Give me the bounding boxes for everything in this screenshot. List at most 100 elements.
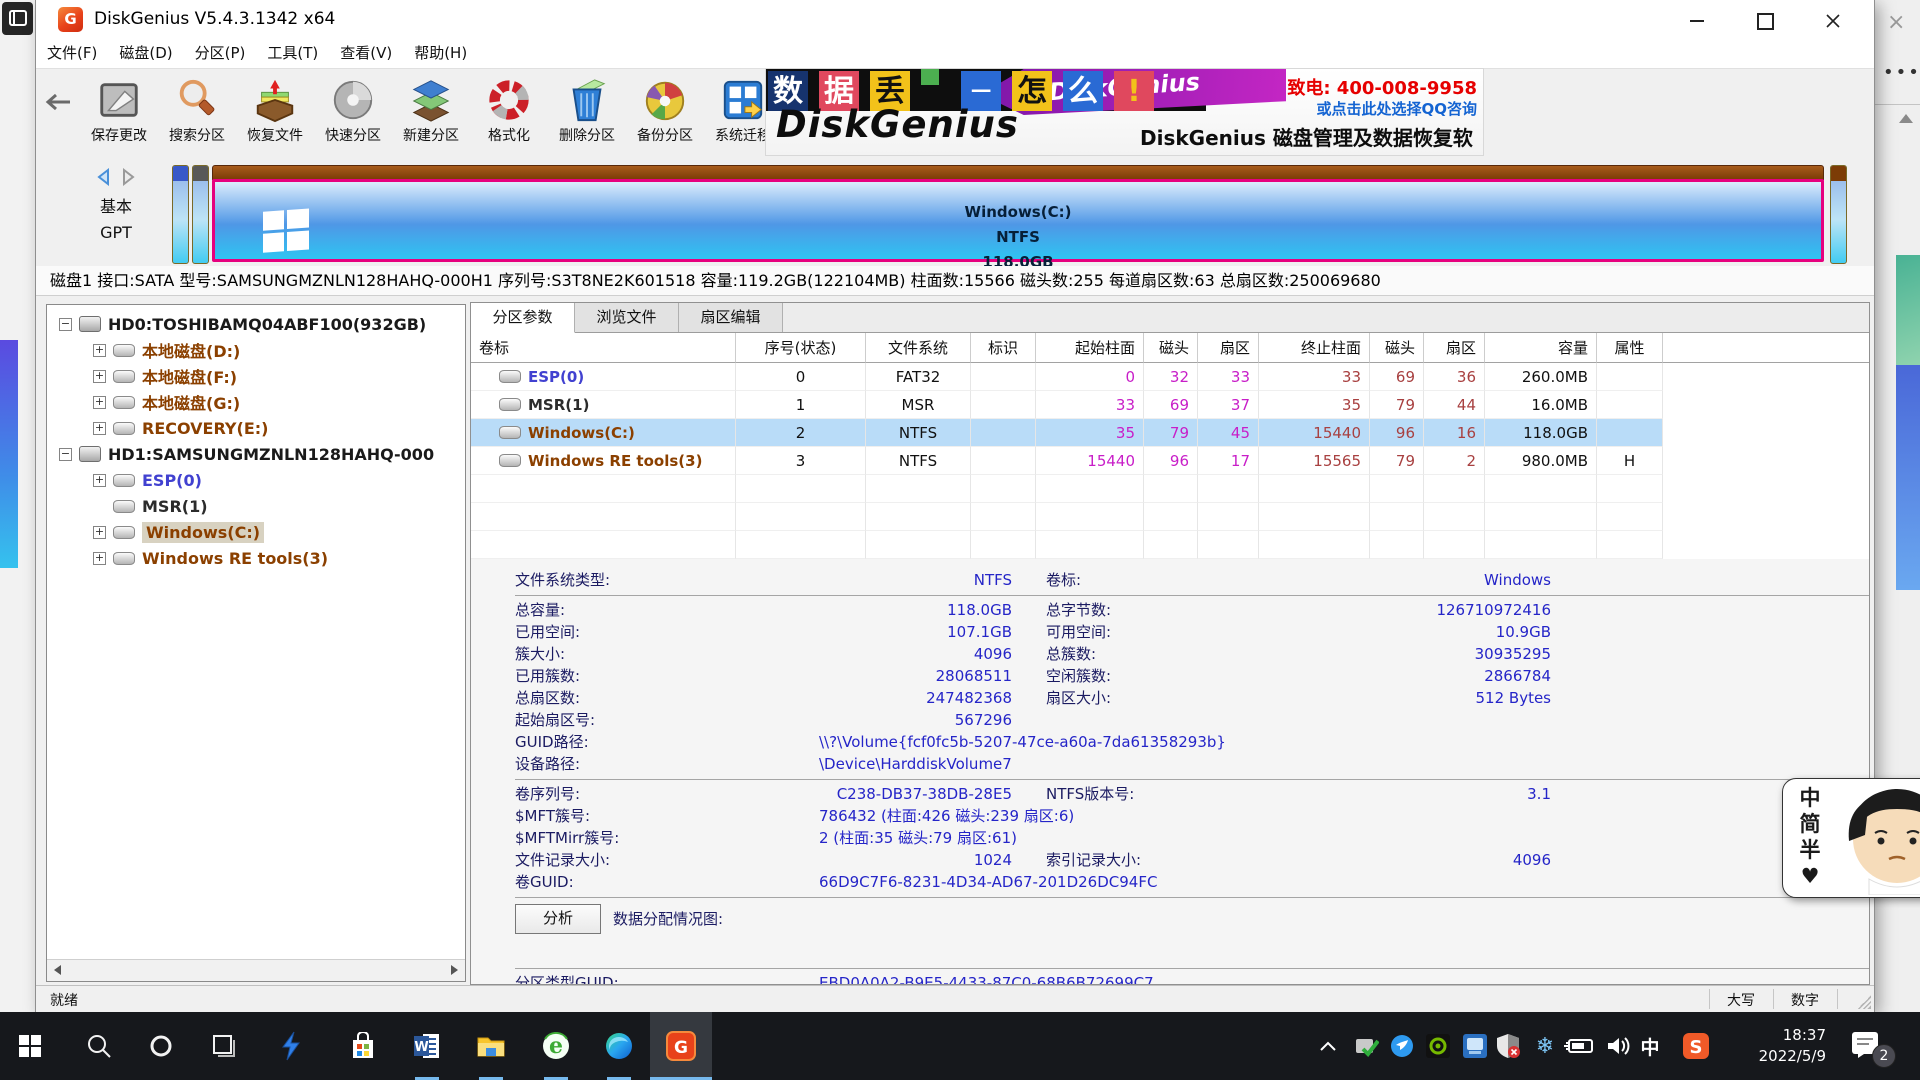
menu-item-4[interactable]: 查看(V) (329, 38, 403, 68)
column-header[interactable]: 扇区 (1424, 333, 1485, 363)
menu-item-1[interactable]: 磁盘(D) (108, 38, 183, 68)
partition-bar-windows-c[interactable]: Windows(C:) NTFS 118.0GB (212, 165, 1824, 262)
tree-item-hd0-toshibamq04abf100-932gb-[interactable]: −HD0:TOSHIBAMQ04ABF100(932GB) (47, 311, 465, 337)
column-header[interactable]: 属性 (1597, 333, 1663, 363)
scroll-left-icon[interactable] (47, 960, 68, 980)
detail-value: 118.0GB (777, 599, 1012, 621)
search-taskbar-icon[interactable] (72, 1012, 126, 1080)
tray-update-check-icon[interactable] (1352, 1024, 1382, 1068)
tool-recover-button[interactable]: 恢复文件 (236, 73, 314, 157)
collapse-icon[interactable]: − (59, 448, 72, 461)
tab-1[interactable]: 浏览文件 (575, 303, 679, 332)
tool-format-button[interactable]: 格式化 (470, 73, 548, 157)
collapse-icon[interactable]: − (59, 318, 72, 331)
table-row[interactable]: ESP(0)0FAT3203233336936260.0MB (471, 363, 1869, 391)
tray-expand-icon[interactable] (1313, 1024, 1343, 1068)
table-row[interactable]: Windows RE tools(3)3NTFS1544096171556579… (471, 447, 1869, 475)
tool-quick-button[interactable]: 快速分区 (314, 73, 392, 157)
word-icon[interactable]: W (400, 1012, 454, 1080)
tree-item-recovery-e-[interactable]: +RECOVERY(E:) (47, 415, 465, 441)
table-row[interactable]: Windows(C:)2NTFS357945154409616118.0GB (471, 419, 1869, 447)
microsoft-store-icon[interactable] (336, 1012, 390, 1080)
minimize-button[interactable] (1674, 10, 1720, 32)
tab-0[interactable]: 分区参数 (471, 303, 575, 333)
tree-item-hd1-samsungmznln128hahq-000[interactable]: −HD1:SAMSUNGMZNLN128HAHQ-000 (47, 441, 465, 467)
column-header[interactable]: 标识 (971, 333, 1036, 363)
tray-nvidia-icon[interactable] (1423, 1024, 1453, 1068)
column-header[interactable]: 序号(状态) (736, 333, 866, 363)
tree-item-windows-c-[interactable]: +Windows(C:) (47, 519, 465, 545)
taskbar-clock[interactable]: 18:37 2022/5/9 (1722, 1025, 1826, 1067)
tray-dingtalk-icon[interactable] (1387, 1024, 1417, 1068)
tree-item-msr-1-[interactable]: MSR(1) (47, 493, 465, 519)
tab-2[interactable]: 扇区编辑 (679, 303, 783, 332)
menu-item-0[interactable]: 文件(F) (36, 38, 108, 68)
expand-icon[interactable]: + (93, 344, 106, 357)
scroll-right-icon[interactable] (444, 960, 465, 980)
maximize-button[interactable] (1742, 10, 1788, 32)
menu-item-5[interactable]: 帮助(H) (403, 38, 478, 68)
partition-sliver-msr[interactable] (192, 165, 209, 264)
tool-backup-button[interactable]: 备份分区 (626, 73, 704, 157)
column-header[interactable]: 文件系统 (866, 333, 971, 363)
tool-delete-button[interactable]: 删除分区 (548, 73, 626, 157)
partition-sliver-next[interactable] (1830, 165, 1847, 264)
menu-item-3[interactable]: 工具(T) (256, 38, 329, 68)
prev-disk-icon[interactable] (95, 168, 111, 186)
green-browser-icon[interactable]: e (529, 1012, 583, 1080)
tray-intel-graphics-icon[interactable] (1460, 1024, 1490, 1068)
tree-item-esp-0-[interactable]: +ESP(0) (47, 467, 465, 493)
ad-banner[interactable]: 数据丢─怎么! DiskGenius 致电: 400-008-9958 或点击此… (765, 68, 1484, 156)
tray-ime-mode[interactable]: 中 (1635, 1024, 1665, 1068)
detail-value: \\?\Volume{fcf0fc5b-5207-47ce-a60a-7da61… (777, 731, 1317, 753)
column-header[interactable]: 终止柱面 (1259, 333, 1370, 363)
diskgenius-taskbar-icon[interactable]: G (654, 1012, 708, 1080)
tree-item-windows-re-tools-3-[interactable]: +Windows RE tools(3) (47, 545, 465, 571)
column-header[interactable]: 磁头 (1144, 333, 1198, 363)
column-header[interactable]: 扇区 (1198, 333, 1259, 363)
column-header[interactable]: 卷标 (471, 333, 736, 363)
tray-volume-icon[interactable] (1604, 1024, 1634, 1068)
expand-icon[interactable]: + (93, 552, 106, 565)
column-header[interactable]: 磁头 (1370, 333, 1424, 363)
partition-sliver-esp[interactable] (172, 165, 189, 264)
file-explorer-icon[interactable] (464, 1012, 518, 1080)
ime-status-widget[interactable]: 中简半♥ (1782, 778, 1920, 898)
expand-icon[interactable]: + (93, 370, 106, 383)
tray-defender-icon[interactable] (1493, 1024, 1523, 1068)
tray-battery-icon[interactable] (1563, 1024, 1593, 1068)
expand-icon[interactable]: + (93, 396, 106, 409)
backup-icon (642, 77, 688, 123)
tool-save-button[interactable]: 保存更改 (80, 73, 158, 157)
tool-new-button[interactable]: 新建分区 (392, 73, 470, 157)
detail-value: C238-DB37-38DB-28E5 (777, 783, 1012, 805)
task-view-icon[interactable] (197, 1012, 251, 1080)
partition-icon (499, 426, 521, 439)
tree-item--d-[interactable]: + 本地磁盘(D:) (47, 337, 465, 363)
expand-icon[interactable]: + (93, 526, 106, 539)
expand-icon[interactable]: + (93, 474, 106, 487)
tree-item--f-[interactable]: +本地磁盘(F:) (47, 363, 465, 389)
column-header[interactable]: 容量 (1485, 333, 1597, 363)
menu-item-2[interactable]: 分区(P) (184, 38, 257, 68)
column-header[interactable]: 起始柱面 (1036, 333, 1144, 363)
flash-app-icon[interactable] (264, 1012, 318, 1080)
tray-sogou-icon[interactable]: S (1681, 1024, 1711, 1068)
close-button[interactable] (1810, 10, 1856, 32)
banner-qq-link[interactable]: 或点击此处选择QQ咨询 (1316, 98, 1477, 119)
back-arrow-icon[interactable] (42, 87, 76, 117)
tree-horizontal-scrollbar[interactable] (47, 959, 465, 981)
cortana-icon[interactable] (134, 1012, 188, 1080)
expand-icon[interactable]: + (93, 422, 106, 435)
tool-search-button[interactable]: 搜索分区 (158, 73, 236, 157)
analyze-button[interactable]: 分析 (515, 904, 601, 934)
edge-icon[interactable] (592, 1012, 646, 1080)
next-disk-icon[interactable] (121, 168, 137, 186)
resize-grip[interactable] (1856, 994, 1871, 1009)
tree-item--g-[interactable]: +本地磁盘(G:) (47, 389, 465, 415)
tree-item-label: 本地磁盘(D:) (142, 338, 240, 362)
table-row[interactable]: MSR(1)1MSR33693735794416.0MB (471, 391, 1869, 419)
start-button[interactable] (3, 1012, 57, 1080)
tray-snowflake-icon[interactable]: ❄ (1530, 1024, 1560, 1068)
notification-center-icon[interactable]: 2 (1850, 1030, 1890, 1064)
